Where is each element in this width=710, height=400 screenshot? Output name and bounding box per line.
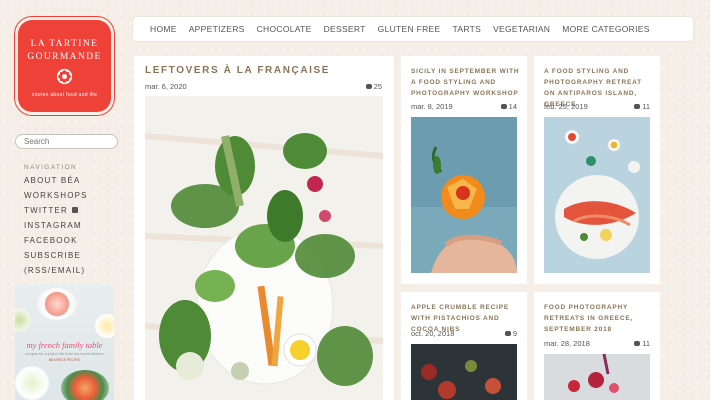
sidebar: LA TARTINE GOURMANDE stories about food … — [0, 0, 130, 400]
nav-chocolate[interactable]: CHOCOLATE — [257, 24, 312, 34]
post-image[interactable] — [544, 354, 650, 400]
nav-appetizers[interactable]: APPETIZERS — [189, 24, 245, 34]
comment-icon — [504, 331, 511, 336]
navigation-heading: NAVIGATION — [24, 164, 78, 171]
book-author: BEATRICE PELTRE — [48, 358, 81, 362]
sidebar-navigation: NAVIGATION ABOUT BÉA WORKSHOPS TWITTER I… — [24, 162, 124, 278]
sidebar-item-instagram[interactable]: INSTAGRAM — [24, 218, 124, 233]
site-logo[interactable]: LA TARTINE GOURMANDE stories about food … — [18, 20, 111, 112]
post-card[interactable]: SICILY IN SEPTEMBER WITH A FOOD STYLING … — [401, 56, 527, 284]
book-cover[interactable]: my french family table recipes for a joy… — [15, 284, 114, 400]
vegetables-photo — [145, 96, 383, 400]
comment-count: 11 — [642, 339, 650, 348]
sidebar-item-rss-email[interactable]: (RSS/EMAIL) — [24, 263, 124, 278]
post-image[interactable] — [411, 117, 517, 273]
twitter-icon — [71, 207, 78, 213]
sidebar-item-workshops[interactable]: WORKSHOPS — [24, 188, 124, 203]
post-comments[interactable]: 14 — [500, 102, 517, 111]
comment-icon — [500, 104, 507, 109]
post-card[interactable]: FOOD PHOTOGRAPHY RETREATS IN GREECE, SEP… — [534, 292, 660, 400]
comment-icon — [634, 341, 641, 346]
nav-home[interactable]: HOME — [150, 24, 177, 34]
post-title[interactable]: FOOD PHOTOGRAPHY RETREATS IN GREECE, SEP… — [544, 302, 654, 335]
book-plate-image — [61, 370, 109, 400]
logo-tagline: stories about food and life — [31, 92, 98, 98]
comment-count: 14 — [508, 102, 517, 111]
post-card[interactable]: A FOOD STYLING AND PHOTOGRAPHY RETREAT O… — [534, 56, 660, 284]
book-plate-image — [15, 366, 49, 400]
fish-plate-photo — [544, 117, 650, 273]
search-input[interactable] — [15, 134, 118, 149]
comment-icon — [634, 104, 641, 109]
post-date: feb. 25, 2019 — [544, 102, 588, 111]
post-image[interactable] — [411, 344, 517, 400]
post-comments[interactable]: 11 — [634, 339, 650, 348]
post-image[interactable] — [145, 96, 383, 400]
sidebar-item-about[interactable]: ABOUT BÉA — [24, 173, 124, 188]
post-date: mar. 8, 2019 — [411, 102, 453, 111]
sidebar-item-facebook[interactable]: FACEBOOK — [24, 233, 124, 248]
post-date: oct. 20, 2018 — [411, 329, 455, 338]
nav-tarts[interactable]: TARTS — [452, 24, 481, 34]
nav-vegetarian[interactable]: VEGETARIAN — [493, 24, 550, 34]
book-plate-image — [95, 314, 114, 338]
berries-photo — [544, 354, 650, 400]
post-title[interactable]: LEFTOVERS À LA FRANÇAISE — [145, 65, 385, 76]
apples-photo — [411, 344, 517, 400]
post-date: mar. 28, 2018 — [544, 339, 590, 348]
post-comments[interactable]: 25 — [365, 82, 382, 91]
post-date: mar. 6, 2020 — [145, 82, 187, 91]
post-card-featured[interactable]: LEFTOVERS À LA FRANÇAISE mar. 6, 2020 25 — [134, 56, 394, 400]
nav-more-categories[interactable]: MORE CATEGORIES — [562, 24, 649, 34]
sidebar-item-twitter-label: TWITTER — [24, 206, 68, 215]
post-title[interactable]: SICILY IN SEPTEMBER WITH A FOOD STYLING … — [411, 66, 521, 99]
comment-count: 9 — [512, 329, 517, 338]
logo-line-1: LA TARTINE — [30, 39, 99, 49]
comment-count: 11 — [642, 102, 650, 111]
post-card[interactable]: APPLE CRUMBLE RECIPE WITH PISTACHIOS AND… — [401, 292, 527, 400]
logo-line-2: GOURMANDE — [27, 52, 102, 62]
book-plate-image — [37, 288, 77, 320]
post-image[interactable] — [544, 117, 650, 273]
post-comments[interactable]: 9 — [504, 329, 517, 338]
nav-dessert[interactable]: DESSERT — [324, 24, 366, 34]
sidebar-item-twitter[interactable]: TWITTER — [24, 203, 124, 218]
comment-icon — [365, 84, 372, 89]
sidebar-item-subscribe[interactable]: SUBSCRIBE — [24, 248, 124, 263]
post-comments[interactable]: 11 — [634, 102, 650, 111]
book-title: my french family table — [26, 340, 103, 350]
book-plate-image — [15, 308, 31, 332]
comment-count: 25 — [373, 82, 382, 91]
flower-icon — [56, 68, 73, 85]
orange-photo — [411, 117, 517, 273]
top-navigation: HOME APPETIZERS CHOCOLATE DESSERT GLUTEN… — [133, 17, 693, 41]
book-subtitle: recipes for a joyful life from my home k… — [25, 352, 104, 356]
nav-gluten-free[interactable]: GLUTEN FREE — [378, 24, 441, 34]
